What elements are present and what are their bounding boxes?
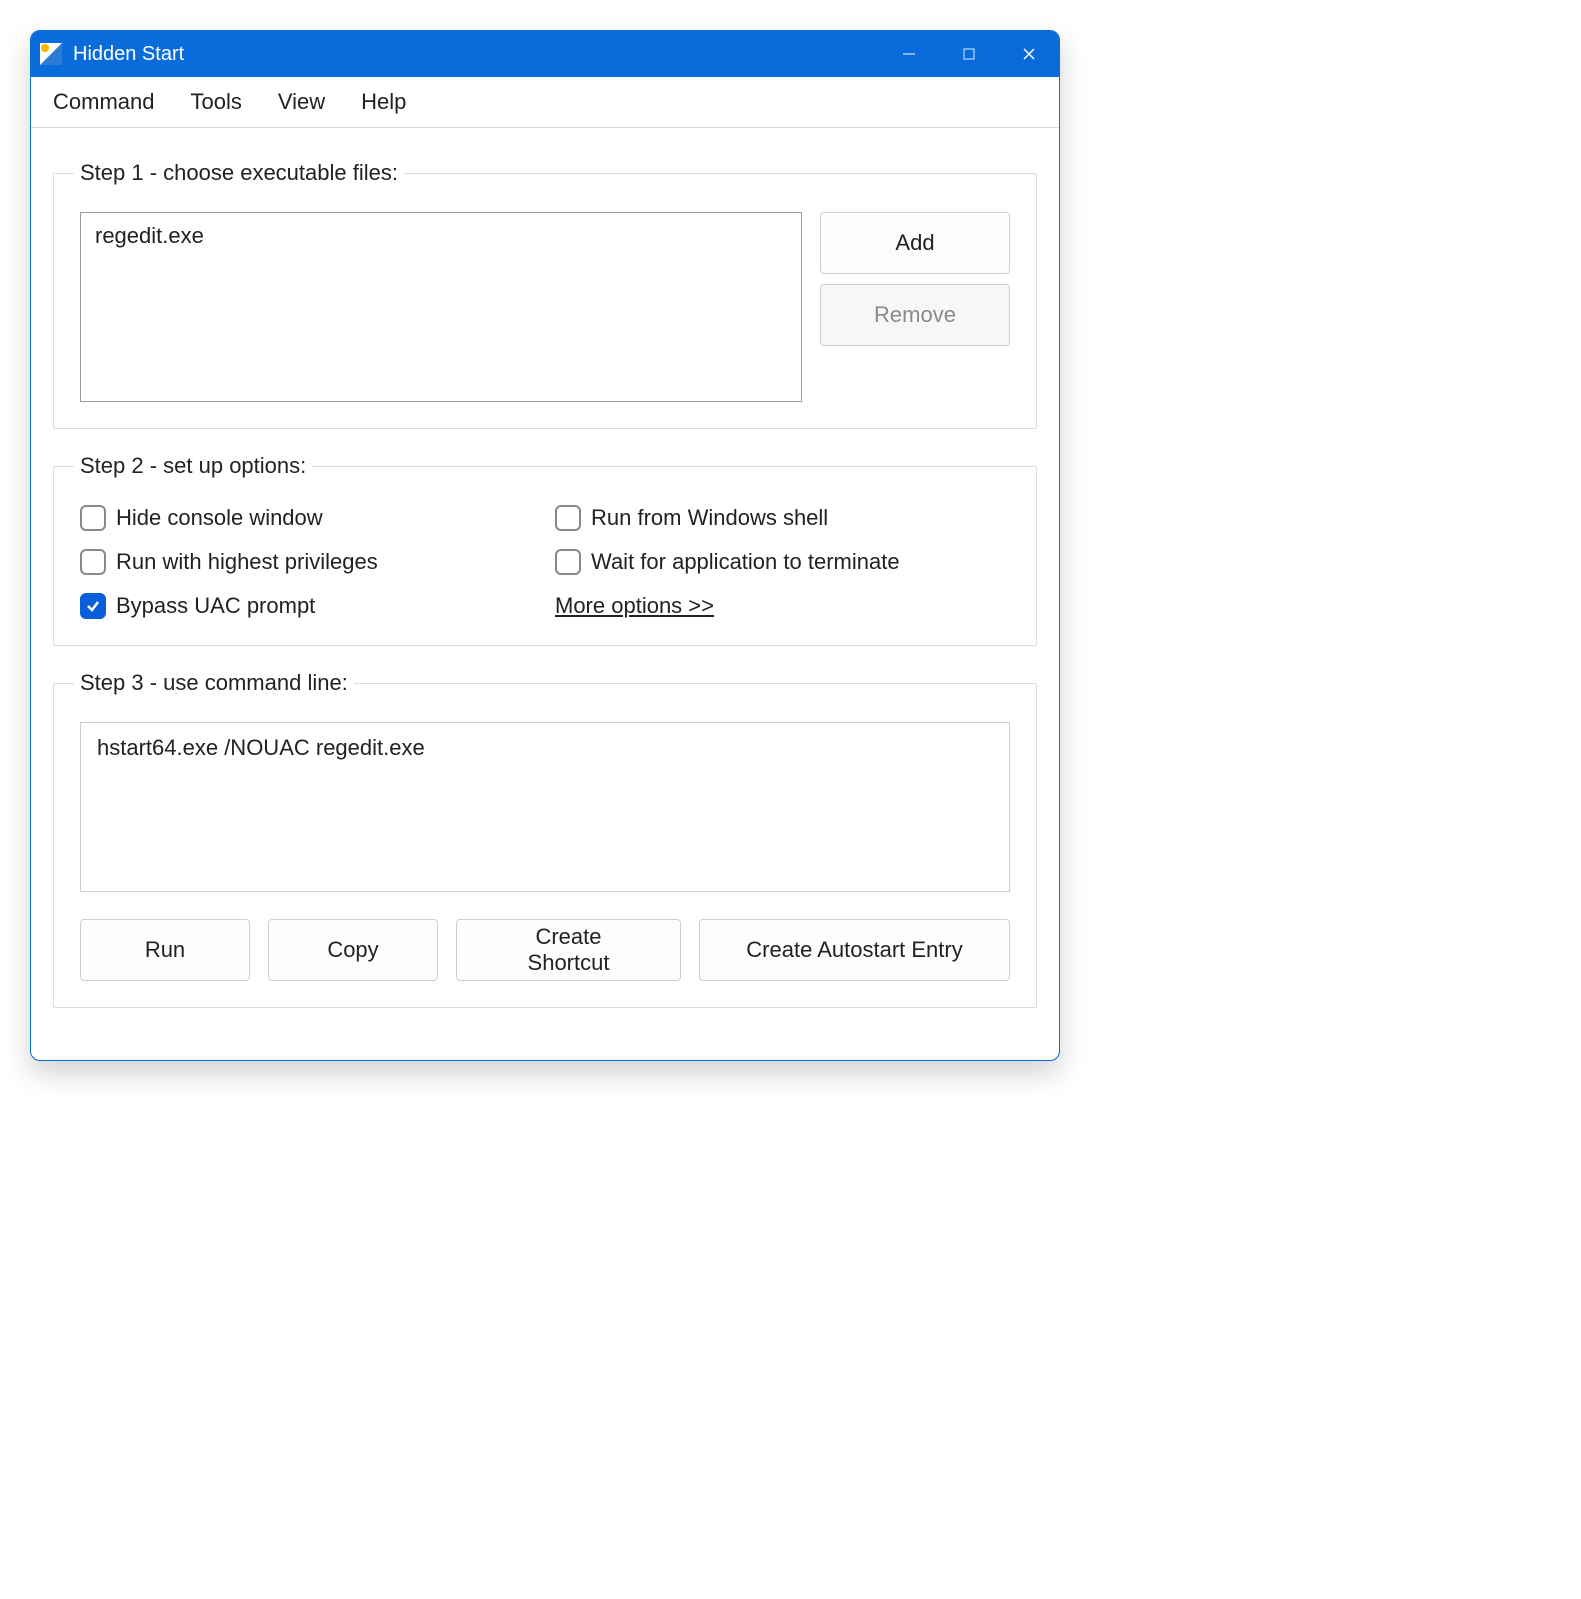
checkbox-label: Run with highest privileges	[116, 549, 378, 575]
create-shortcut-button[interactable]: Create Shortcut	[456, 919, 681, 981]
minimize-button[interactable]	[879, 31, 939, 77]
menu-tools[interactable]: Tools	[190, 89, 241, 115]
checkbox-label: Wait for application to terminate	[591, 549, 900, 575]
maximize-button[interactable]	[939, 31, 999, 77]
step2-group: Step 2 - set up options: Hide console wi…	[53, 453, 1037, 646]
content-area: Step 1 - choose executable files: regedi…	[31, 128, 1059, 1060]
step1-legend: Step 1 - choose executable files:	[74, 160, 404, 186]
menu-view[interactable]: View	[278, 89, 325, 115]
run-button[interactable]: Run	[80, 919, 250, 981]
window-title: Hidden Start	[73, 43, 879, 66]
copy-button[interactable]: Copy	[268, 919, 438, 981]
titlebar: Hidden Start	[31, 31, 1059, 77]
menu-help[interactable]: Help	[361, 89, 406, 115]
checkbox-wait-terminate[interactable]: Wait for application to terminate	[555, 549, 1010, 575]
step3-group: Step 3 - use command line: Run Copy Crea…	[53, 670, 1037, 1008]
checkbox-label: Bypass UAC prompt	[116, 593, 315, 619]
menu-command[interactable]: Command	[53, 89, 154, 115]
checkbox-hide-console[interactable]: Hide console window	[80, 505, 535, 531]
checkbox-run-from-shell[interactable]: Run from Windows shell	[555, 505, 1010, 531]
remove-button[interactable]: Remove	[820, 284, 1010, 346]
app-window: Hidden Start Command Tools View Help Ste…	[30, 30, 1060, 1061]
command-line-field[interactable]	[80, 722, 1010, 892]
step2-legend: Step 2 - set up options:	[74, 453, 312, 479]
checkbox-label: Hide console window	[116, 505, 323, 531]
create-autostart-button[interactable]: Create Autostart Entry	[699, 919, 1010, 981]
add-button[interactable]: Add	[820, 212, 1010, 274]
more-options-link[interactable]: More options >>	[555, 593, 1010, 619]
step1-group: Step 1 - choose executable files: regedi…	[53, 160, 1037, 429]
checkbox-highest-priv[interactable]: Run with highest privileges	[80, 549, 535, 575]
executable-listbox[interactable]: regedit.exe	[80, 212, 802, 402]
step3-legend: Step 3 - use command line:	[74, 670, 354, 696]
checkbox-bypass-uac[interactable]: Bypass UAC prompt	[80, 593, 535, 619]
menubar: Command Tools View Help	[31, 77, 1059, 128]
close-button[interactable]	[999, 31, 1059, 77]
app-icon	[39, 42, 63, 66]
list-item[interactable]: regedit.exe	[95, 223, 787, 249]
checkbox-label: Run from Windows shell	[591, 505, 828, 531]
